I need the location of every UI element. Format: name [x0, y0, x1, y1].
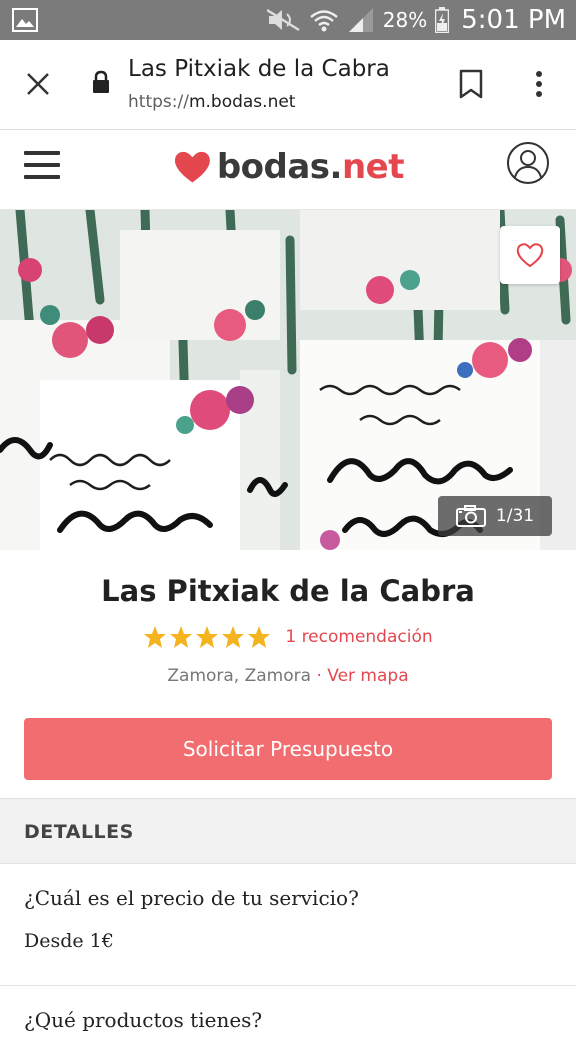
- map-link[interactable]: Ver mapa: [327, 666, 408, 686]
- logo-main-text: bodas.: [216, 147, 343, 187]
- rating-stars: [143, 625, 271, 649]
- wifi-icon: [309, 10, 338, 32]
- overflow-menu-button[interactable]: [522, 66, 556, 102]
- location-row: Zamora, Zamora · Ver mapa: [0, 666, 576, 686]
- hamburger-menu-icon[interactable]: [24, 149, 60, 181]
- image-icon: [12, 8, 38, 32]
- details-title: DETALLES: [24, 821, 134, 843]
- vendor-photo-gallery[interactable]: 1/31: [0, 210, 576, 550]
- signal-icon: [348, 8, 373, 32]
- mute-icon: [266, 8, 300, 32]
- recommendations-link[interactable]: 1 recomendación: [285, 627, 432, 647]
- site-logo[interactable]: bodas.net: [172, 137, 405, 197]
- status-indicators: 28% 5:01 PM: [266, 0, 566, 40]
- favorite-button[interactable]: [500, 226, 560, 284]
- rating-row: 1 recomendación: [0, 625, 576, 649]
- site-header: bodas.net: [0, 131, 576, 210]
- detail-question: ¿Qué productos tienes?: [24, 1008, 263, 1032]
- photo-counter-text: 1/31: [495, 506, 535, 526]
- close-icon: [27, 73, 49, 95]
- details-section-header: DETALLES: [0, 798, 576, 864]
- browser-toolbar: Las Pitxiak de la Cabra https://m.bodas.…: [0, 40, 576, 130]
- detail-item-price: ¿Cuál es el precio de tu servicio? Desde…: [0, 864, 576, 986]
- user-avatar-icon[interactable]: [506, 141, 550, 185]
- star-icon: [248, 626, 271, 648]
- detail-item-products: ¿Qué productos tienes?: [0, 986, 576, 1046]
- battery-percent: 28%: [382, 8, 428, 32]
- vendor-name: Las Pitxiak de la Cabra: [101, 574, 475, 608]
- detail-question: ¿Cuál es el precio de tu servicio?: [24, 886, 359, 910]
- location-text: Zamora, Zamora: [167, 666, 312, 686]
- request-quote-button[interactable]: Solicitar Presupuesto: [24, 718, 552, 780]
- page-title: Las Pitxiak de la Cabra: [128, 56, 390, 82]
- logo-wordmark: bodas.net: [216, 147, 405, 187]
- battery-charging-icon: [435, 7, 450, 33]
- close-tab-button[interactable]: [20, 66, 56, 102]
- star-icon: [196, 626, 219, 648]
- status-bar: 28% 5:01 PM: [0, 0, 576, 40]
- lock-icon: [93, 70, 109, 93]
- more-vert-icon: [536, 71, 542, 97]
- location-separator: ·: [311, 666, 328, 686]
- url-bar[interactable]: https://m.bodas.net: [128, 92, 295, 112]
- clock: 5:01 PM: [461, 5, 566, 35]
- detail-answer: Desde 1€: [24, 930, 114, 952]
- bookmark-icon: [459, 69, 483, 99]
- url-host: m.bodas.net: [188, 92, 296, 112]
- star-icon: [144, 626, 167, 648]
- camera-icon: [455, 505, 486, 527]
- heart-outline-icon: [516, 243, 544, 268]
- star-icon: [170, 626, 193, 648]
- photo-counter: 1/31: [438, 496, 552, 536]
- logo-heart-icon: [174, 151, 210, 183]
- bookmark-button[interactable]: [454, 66, 488, 102]
- url-scheme: https://: [128, 92, 189, 112]
- star-icon: [222, 626, 245, 648]
- logo-accent-text: net: [341, 147, 405, 187]
